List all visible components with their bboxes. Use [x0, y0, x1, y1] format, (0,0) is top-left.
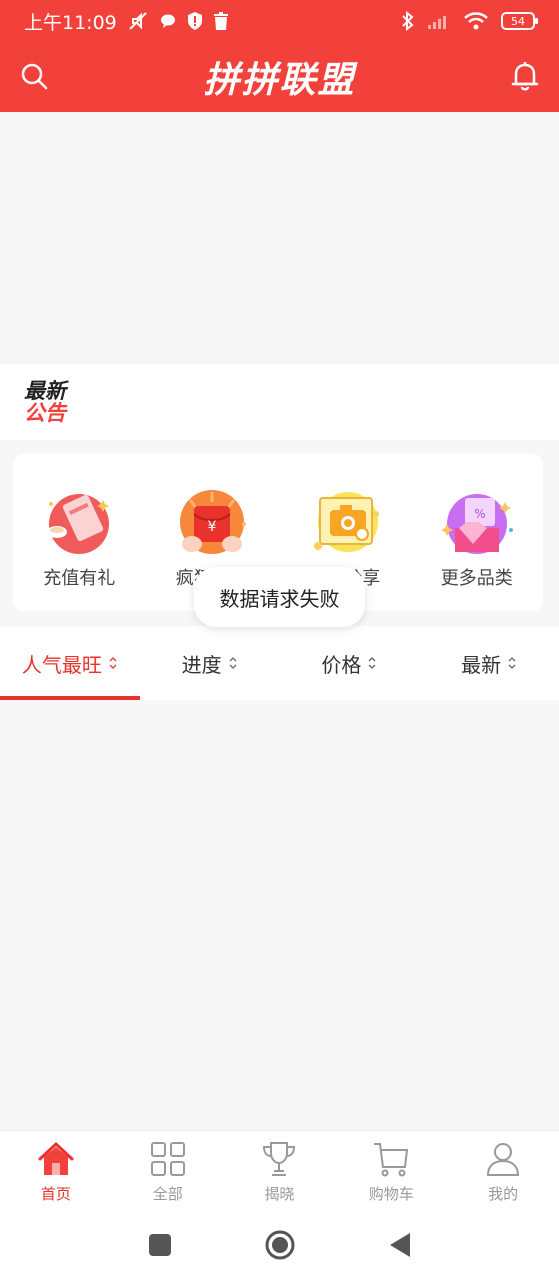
- search-icon[interactable]: [18, 60, 50, 92]
- status-time: 上午11:09: [24, 11, 117, 34]
- tab-cart[interactable]: 购物车: [335, 1131, 447, 1210]
- recents-button[interactable]: [148, 1233, 172, 1257]
- sort-progress[interactable]: 进度: [140, 626, 280, 700]
- red-packet-icon: ¥: [179, 490, 246, 554]
- category-label: 充值有礼: [43, 568, 116, 589]
- category-recharge-gift[interactable]: 充值有礼: [13, 454, 146, 611]
- tab-mine[interactable]: 我的: [447, 1131, 559, 1210]
- home-icon: [38, 1142, 74, 1175]
- toast-message: 数据请求失败: [194, 567, 365, 627]
- tab-reveal[interactable]: 揭晓: [224, 1131, 336, 1210]
- sort-label: 最新: [461, 652, 502, 677]
- sort-label: 进度: [181, 652, 222, 677]
- bell-icon[interactable]: [509, 59, 541, 93]
- back-button[interactable]: [388, 1232, 412, 1258]
- sort-caret-icon: [508, 657, 516, 669]
- battery-icon: 54: [501, 12, 538, 30]
- camera-share-icon: [314, 492, 380, 552]
- bluetooth-icon: [402, 11, 414, 31]
- trash-icon: [213, 12, 228, 30]
- tab-home[interactable]: 首页: [0, 1131, 112, 1210]
- sort-popularity[interactable]: 人气最旺: [0, 626, 140, 700]
- shield-icon: [187, 12, 202, 30]
- trophy-icon: [263, 1142, 296, 1176]
- cart-icon: [374, 1143, 409, 1177]
- sort-price[interactable]: 价格: [280, 626, 420, 700]
- tab-label: 购物车: [368, 1185, 414, 1203]
- product-list: [0, 700, 559, 1130]
- system-nav-bar: [0, 1210, 559, 1280]
- sort-caret-icon: [368, 657, 376, 669]
- recharge-gift-icon: [47, 494, 110, 554]
- more-categories-icon: %: [440, 494, 513, 554]
- battery-level: 54: [511, 14, 525, 28]
- sort-newest[interactable]: 最新: [419, 626, 559, 700]
- tab-label: 我的: [488, 1185, 519, 1203]
- status-bar: 上午11:09 54: [0, 0, 559, 42]
- home-button[interactable]: [264, 1229, 296, 1261]
- svg-text:¥: ¥: [207, 519, 216, 535]
- tab-all[interactable]: 全部: [112, 1131, 224, 1210]
- tab-label: 全部: [152, 1185, 183, 1203]
- category-more[interactable]: % 更多品类: [411, 454, 544, 611]
- banner-carousel[interactable]: [0, 112, 559, 364]
- sort-caret-icon: [229, 657, 237, 669]
- bottom-tab-bar: 首页 全部 揭晓 购物车 我的: [0, 1130, 559, 1210]
- svg-text:%: %: [474, 507, 485, 521]
- notice-logo-line1: 最新: [24, 379, 66, 403]
- app-title: 拼拼联盟: [203, 60, 356, 101]
- sort-caret-icon: [109, 657, 117, 669]
- sort-label: 人气最旺: [21, 652, 102, 677]
- app-header: 拼拼联盟: [0, 42, 559, 112]
- chat-icon: [160, 14, 175, 28]
- user-icon: [487, 1143, 520, 1176]
- wifi-icon: [464, 12, 488, 30]
- signal-icon: [428, 16, 446, 29]
- tab-label: 揭晓: [264, 1185, 295, 1203]
- notice-logo: 最新 公告: [24, 380, 66, 424]
- sort-bar: 人气最旺 进度 价格 最新: [0, 626, 559, 700]
- notice-logo-line2: 公告: [24, 401, 66, 425]
- notice-bar[interactable]: 最新 公告: [0, 364, 559, 440]
- category-label: 更多品类: [440, 568, 513, 589]
- mute-icon: [129, 12, 147, 30]
- sort-label: 价格: [321, 652, 362, 677]
- tab-label: 首页: [40, 1185, 71, 1203]
- grid-icon: [150, 1142, 185, 1176]
